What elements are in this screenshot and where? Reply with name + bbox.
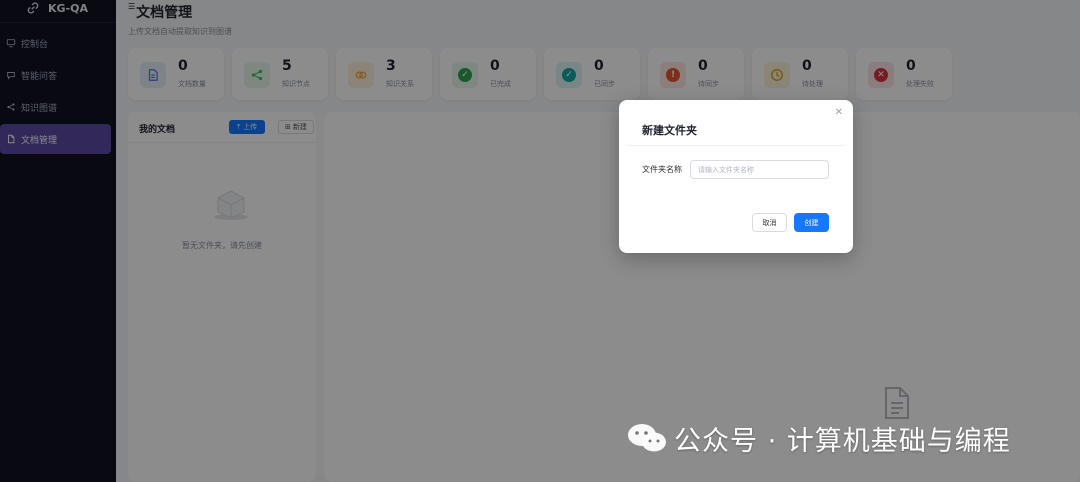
dialog-title: 新建文件夹	[642, 124, 697, 137]
modal-overlay[interactable]	[0, 0, 1080, 482]
watermark-text: 公众号 · 计算机基础与编程	[674, 425, 1011, 457]
folder-name-label: 文件夹名称	[642, 165, 682, 174]
cancel-button[interactable]: 取消	[752, 213, 787, 232]
create-button[interactable]: 创建	[794, 213, 829, 232]
watermark: 公众号 · 计算机基础与编程	[626, 420, 1011, 457]
wechat-icon	[628, 424, 666, 452]
folder-name-input[interactable]	[690, 160, 829, 179]
close-icon[interactable]: ✕	[835, 107, 843, 118]
divider	[627, 145, 845, 146]
new-folder-dialog: 新建文件夹 ✕ 文件夹名称 取消 创建	[619, 100, 853, 253]
